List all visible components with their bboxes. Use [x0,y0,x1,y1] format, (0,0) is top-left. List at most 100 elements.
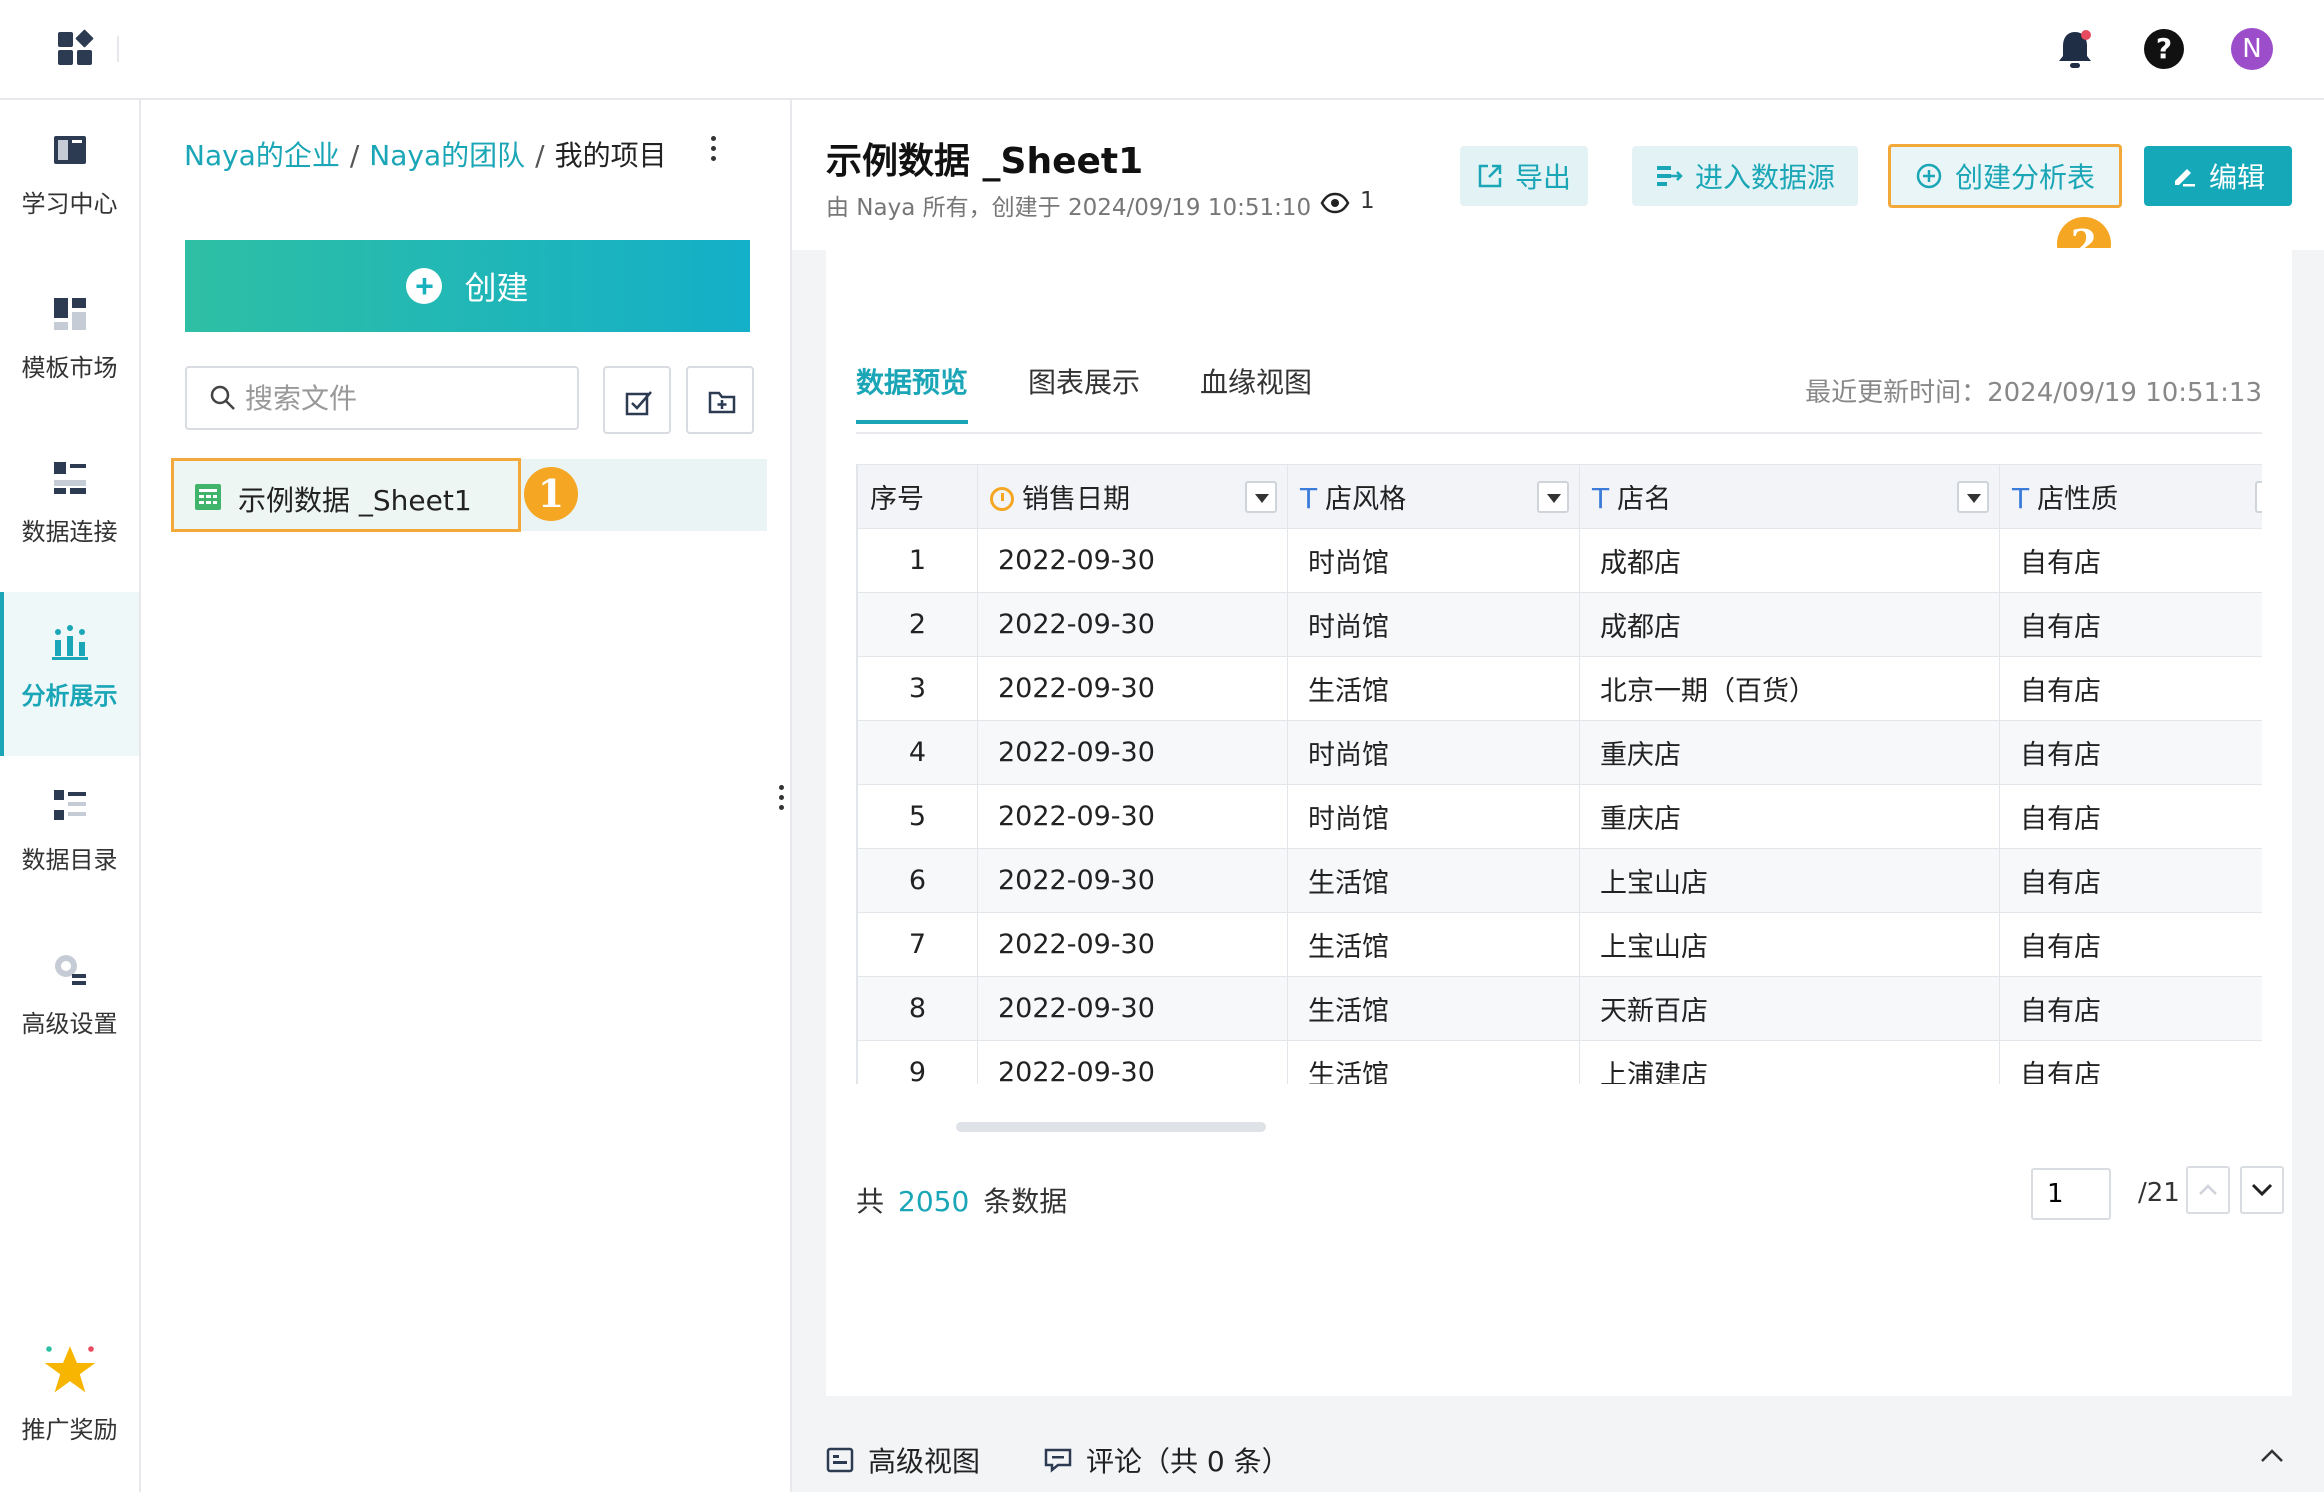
collapse-chevron-icon[interactable] [2258,1446,2286,1466]
apps-grid-icon[interactable] [56,28,96,68]
export-icon [1478,164,1502,188]
table-cell: 2022-09-30 [977,1040,1288,1084]
table-cell: 上宝山店 [1579,912,2000,977]
chevron-up-icon [2199,1184,2217,1195]
tab-chart-display[interactable]: 图表展示 [1028,358,1140,424]
template-icon [54,298,86,330]
search-box [185,366,579,430]
column-dropdown-icon[interactable] [1957,481,1989,513]
table-cell: 生活馆 [1287,656,1580,721]
divider [117,36,119,62]
text-type-icon: T [2012,482,2030,515]
breadcrumb-enterprise[interactable]: Naya的企业 [184,139,340,172]
table-cell: 上浦建店 [1579,1040,2000,1084]
nav-item-data-connect[interactable]: 数据连接 [0,428,139,592]
tab-data-preview[interactable]: 数据预览 [856,358,969,424]
table-row[interactable]: 8 2022-09-30 生活馆 天新百店 自有店 [857,976,2262,1041]
plus-circle-icon [1916,163,1942,189]
table-row[interactable]: 3 2022-09-30 生活馆 北京一期（百货） 自有店 [857,656,2262,721]
plus-icon: + [406,268,443,304]
create-analysis-button[interactable]: 创建分析表 [1888,144,2122,208]
edit-button[interactable]: 编辑 [2144,146,2292,206]
table-row[interactable]: 5 2022-09-30 时尚馆 重庆店 自有店 [857,784,2262,849]
table-cell: 8 [857,976,978,1041]
database-connect-icon [54,462,86,494]
panel-resize-handle[interactable] [777,785,785,815]
edit-label: 编辑 [2208,161,2265,194]
nav-item-analysis[interactable]: 分析展示 [0,592,139,756]
tab-lineage-view[interactable]: 血缘视图 [1200,358,1312,424]
column-dropdown-icon[interactable] [2255,481,2262,513]
nav-item-learning[interactable]: 学习中心 [0,100,139,264]
nav-label: 分析展示 [21,682,118,710]
table-cell: 时尚馆 [1287,592,1580,657]
spreadsheet-icon [195,484,221,510]
more-options-icon[interactable] [709,136,717,166]
breadcrumb-separator: / [535,139,545,172]
avatar[interactable]: N [2231,28,2273,70]
search-input[interactable] [245,378,565,418]
table-cell: 5 [857,784,978,849]
table-cell: 6 [857,848,978,913]
datasource-button[interactable]: 进入数据源 [1632,146,1858,206]
table-row[interactable]: 2 2022-09-30 时尚馆 成都店 自有店 [857,592,2262,657]
row-count-value: 2050 [898,1185,970,1218]
table-cell: 2 [857,592,978,657]
create-button[interactable]: + 创建 [185,240,750,332]
batch-select-button[interactable] [603,366,671,434]
column-header-type[interactable]: T 店性质 [1999,464,2262,529]
table-cell: 自有店 [1999,592,2262,657]
chevron-down-icon [2251,1183,2273,1197]
page-down-button[interactable] [2240,1166,2284,1214]
export-label: 导出 [1514,161,1571,194]
nav-item-template[interactable]: 模板市场 [0,264,139,428]
datasource-icon [1656,166,1683,186]
page-up-button[interactable] [2186,1166,2230,1214]
breadcrumb-team[interactable]: Naya的团队 [369,139,525,172]
column-header-store[interactable]: T 店名 [1579,464,2000,529]
table-row[interactable]: 7 2022-09-30 生活馆 上宝山店 自有店 [857,912,2262,977]
nav-item-promo[interactable]: 推广奖励 [0,1328,139,1492]
table-cell: 2022-09-30 [977,848,1288,913]
table-cell: 时尚馆 [1287,784,1580,849]
table-cell: 4 [857,720,978,785]
nav-label: 高级设置 [21,1010,118,1038]
data-grid: 序号 销售日期 T 店风格 T 店名 T 店性质 1 2022-09-30 时尚馆 成都店自… [856,464,2262,1084]
table-cell: 9 [857,1040,978,1084]
page-title: 示例数据 _Sheet1 [826,141,1144,182]
datasource-label: 进入数据源 [1694,161,1835,194]
create-analysis-label: 创建分析表 [1954,161,2095,194]
nav-item-catalog[interactable]: 数据目录 [0,756,139,920]
horizontal-scrollbar[interactable] [956,1122,1266,1132]
chart-icon [52,625,88,660]
table-cell: 1 [857,528,978,593]
table-cell: 2022-09-30 [977,656,1288,721]
column-dropdown-icon[interactable] [1245,481,1277,513]
table-row[interactable]: 6 2022-09-30 生活馆 上宝山店 自有店 [857,848,2262,913]
table-cell: 成都店 [1579,592,2000,657]
checkbox-icon [625,391,652,416]
eye-icon [1320,192,1350,214]
table-body: 1 2022-09-30 时尚馆 成都店 自有店 2 2022-09-30 时尚馆 成都店 自有店… [857,528,2262,1084]
nav-item-settings[interactable]: 高级设置 [0,920,139,1084]
table-row[interactable]: 1 2022-09-30 时尚馆 成都店 自有店 [857,528,2262,593]
column-header-style[interactable]: T 店风格 [1287,464,1580,529]
table-row[interactable]: 4 2022-09-30 时尚馆 重庆店 自有店 [857,720,2262,785]
table-cell: 7 [857,912,978,977]
table-row[interactable]: 9 2022-09-30 生活馆 上浦建店 自有店 [857,1040,2262,1084]
new-folder-button[interactable] [686,366,754,434]
advanced-view-button[interactable]: 高级视图 [826,1440,980,1480]
column-dropdown-icon[interactable] [1537,481,1569,513]
table-cell: 生活馆 [1287,848,1580,913]
table-cell: 上宝山店 [1579,848,2000,913]
table-cell: 自有店 [1999,1040,2262,1084]
table-cell: 2022-09-30 [977,592,1288,657]
bell-icon[interactable] [2054,28,2096,72]
column-header-date[interactable]: 销售日期 [977,464,1288,529]
export-button[interactable]: 导出 [1460,146,1588,206]
file-item[interactable]: 示例数据 _Sheet1 [171,458,521,532]
help-icon[interactable]: ? [2144,29,2184,69]
breadcrumb: Naya的企业 / Naya的团队 / 我的项目 [184,134,667,174]
page-number-input[interactable] [2031,1168,2111,1220]
comments-button[interactable]: 评论（共 0 条） [1044,1440,1290,1480]
